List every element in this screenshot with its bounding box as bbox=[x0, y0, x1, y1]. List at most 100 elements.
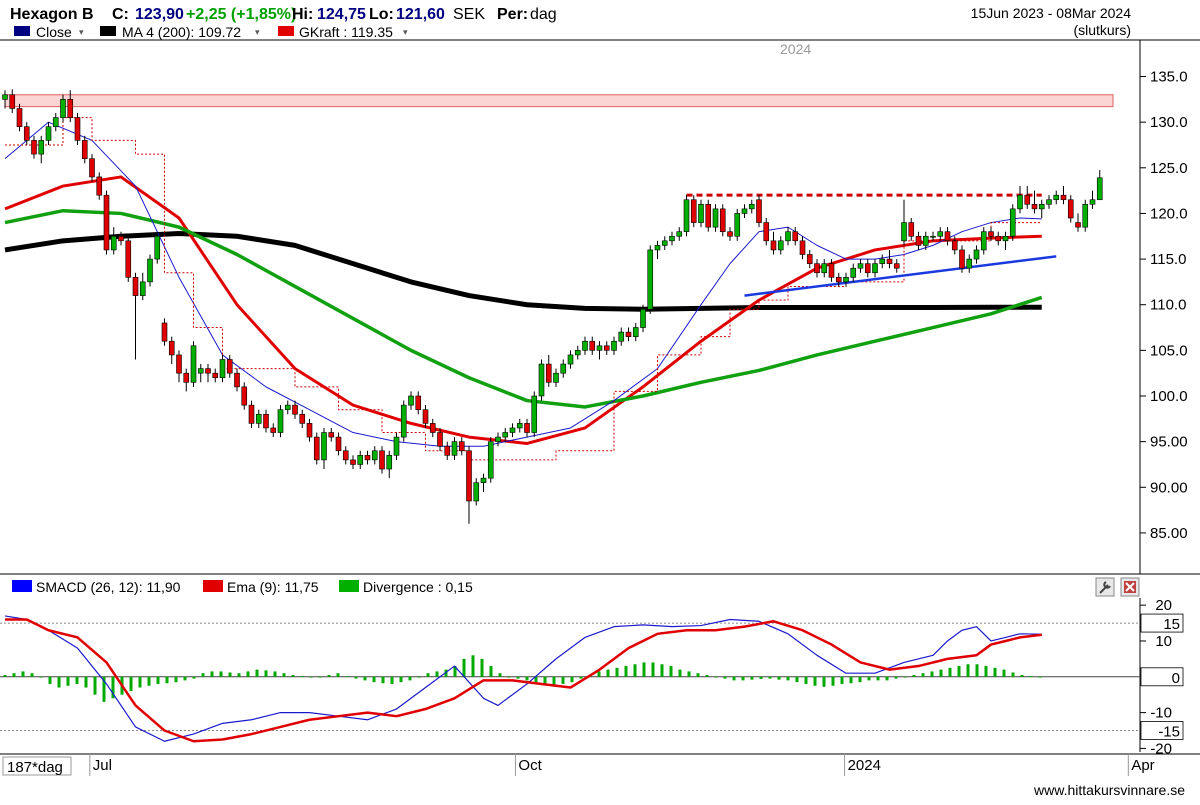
candle-body bbox=[893, 263, 900, 269]
macd-y-axis: 15 0 -15-20 -10 10 20 bbox=[1140, 597, 1184, 757]
candle-body bbox=[1024, 194, 1031, 205]
candle-body bbox=[705, 204, 712, 228]
candle-body bbox=[516, 423, 523, 429]
price-tick-label: 135.0 bbox=[1150, 69, 1188, 86]
divergence-bar bbox=[381, 676, 385, 684]
candle-body bbox=[393, 436, 400, 456]
candle-body bbox=[263, 413, 269, 429]
price-tick-label: 110.0 bbox=[1150, 297, 1186, 314]
price-tick-label: 100.0 bbox=[1150, 388, 1188, 405]
price-tick-label: 105.0 bbox=[1150, 342, 1188, 359]
candle-body bbox=[480, 477, 487, 484]
divergence-bar bbox=[309, 676, 313, 678]
divergence-bar bbox=[57, 676, 61, 688]
date-range: 15Jun 2023 - 08Mar 2024 bbox=[971, 5, 1132, 21]
candle-body bbox=[647, 249, 654, 310]
candle-body bbox=[241, 386, 248, 406]
candle-body bbox=[147, 258, 153, 283]
candle-body bbox=[125, 240, 132, 278]
candle-body bbox=[357, 455, 364, 465]
divergence-bar bbox=[813, 676, 817, 686]
candle-body bbox=[756, 199, 762, 223]
candle-body bbox=[212, 372, 219, 379]
divergence-bar bbox=[1002, 669, 1006, 677]
price-series-line-1 bbox=[4, 175, 1042, 445]
legend-swatch-ema bbox=[203, 580, 223, 592]
divergence-bar bbox=[885, 676, 889, 681]
candle-body bbox=[777, 240, 784, 251]
candle-body bbox=[110, 235, 117, 251]
divergence-bar bbox=[840, 676, 844, 684]
candle-body bbox=[81, 140, 88, 159]
legend-swatch-divergence bbox=[339, 580, 359, 592]
stock-chart: Hexagon B C: 123,90 +2,25 (+1,85%) Hi: 1… bbox=[0, 0, 1200, 800]
candle-body bbox=[408, 395, 414, 406]
candle-body bbox=[864, 263, 871, 274]
bar-count-label: 187*dag bbox=[7, 759, 63, 776]
candle-body bbox=[698, 204, 704, 223]
divergence-bar bbox=[561, 676, 565, 684]
price-tick-label: 90.00 bbox=[1150, 479, 1188, 496]
macd-tick-label: 10 bbox=[1155, 633, 1172, 650]
indicator-settings-button[interactable] bbox=[1095, 577, 1115, 597]
candle-body bbox=[60, 99, 66, 118]
candle-body bbox=[683, 199, 690, 232]
candle-body bbox=[350, 459, 356, 465]
candle-body bbox=[611, 340, 617, 351]
divergence-bar bbox=[543, 676, 547, 684]
candle-body bbox=[792, 231, 799, 242]
divergence-bar bbox=[498, 673, 502, 677]
divergence-bar bbox=[867, 676, 871, 681]
candle-body bbox=[277, 409, 284, 433]
candle-body bbox=[545, 363, 552, 383]
candle-body bbox=[734, 213, 741, 237]
year-label-top: 2024 bbox=[780, 41, 811, 57]
divergence-bar bbox=[219, 671, 223, 677]
candle-body bbox=[234, 372, 240, 388]
divergence-bar bbox=[678, 669, 682, 677]
legend-dropdown-close-icon[interactable]: ▾ bbox=[79, 27, 84, 37]
divergence-bar bbox=[471, 655, 475, 677]
legend-label-ema: Ema (9): 11,75 bbox=[227, 579, 319, 595]
legend-dropdown-gkraft-icon[interactable]: ▾ bbox=[403, 27, 408, 37]
candle-body bbox=[589, 340, 596, 351]
divergence-bar bbox=[39, 676, 43, 678]
divergence-bar bbox=[921, 673, 925, 677]
divergence-bar bbox=[372, 676, 376, 683]
legend-dropdown-ma-icon[interactable]: ▾ bbox=[255, 27, 260, 37]
divergence-bar bbox=[390, 676, 394, 684]
candle-body bbox=[1089, 199, 1096, 205]
macd-tick-label: -20 bbox=[1150, 740, 1172, 757]
candle-body bbox=[422, 409, 429, 424]
period-value: dag bbox=[530, 6, 557, 23]
candle-body bbox=[1060, 194, 1067, 201]
candle-body bbox=[154, 235, 161, 260]
support-trend-line bbox=[744, 255, 1057, 297]
candle-body bbox=[168, 340, 175, 356]
candle-body bbox=[727, 231, 733, 237]
indicator-close-button[interactable] bbox=[1120, 577, 1140, 597]
price-y-axis: 85.00 90.00 95.00 100.0 105.0 110.0 115.0 120.0… bbox=[1140, 69, 1188, 542]
candle-body bbox=[676, 231, 683, 237]
divergence-bar bbox=[174, 676, 178, 683]
candle-body bbox=[944, 231, 951, 242]
candle-body bbox=[473, 482, 480, 502]
candle-body bbox=[770, 240, 777, 251]
time-label: Apr bbox=[1131, 757, 1154, 774]
candle-body bbox=[45, 126, 52, 141]
divergence-bar bbox=[516, 676, 520, 679]
divergence-bar bbox=[255, 669, 259, 677]
divergence-bar bbox=[66, 676, 70, 686]
candle-body bbox=[799, 240, 806, 255]
divergence-bar bbox=[489, 666, 493, 677]
divergence-bar bbox=[273, 671, 277, 677]
candle-body bbox=[640, 308, 646, 328]
candle-body bbox=[690, 199, 697, 223]
candle-body bbox=[980, 231, 987, 251]
candle-body bbox=[661, 240, 668, 246]
candle-body bbox=[603, 345, 610, 351]
candle-body bbox=[654, 245, 661, 251]
candle-body bbox=[190, 345, 197, 383]
divergence-bar bbox=[147, 676, 151, 686]
candle-body bbox=[712, 208, 719, 228]
